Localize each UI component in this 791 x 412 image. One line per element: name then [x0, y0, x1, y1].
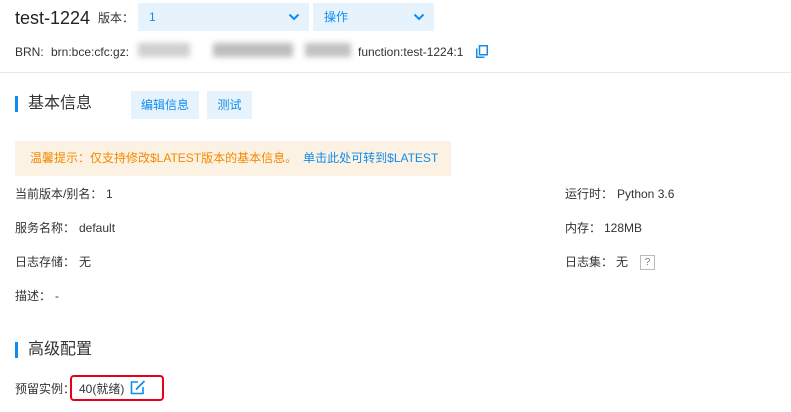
redacted-region [138, 43, 190, 57]
logset-value: 无 [616, 255, 629, 269]
header-divider [0, 72, 791, 73]
description-label: 描述： [15, 289, 52, 303]
runtime-label: 运行时： [565, 187, 614, 201]
chevron-down-icon [413, 13, 425, 21]
version-alias-label: 当前版本/别名： [15, 187, 103, 201]
version-alias-value: 1 [106, 187, 113, 201]
reserved-instance-value: 40(就绪) [79, 382, 125, 396]
version-label: 版本： [98, 11, 135, 25]
copy-icon[interactable] [476, 45, 488, 58]
test-button[interactable]: 测试 [207, 91, 252, 119]
memory-value: 128MB [604, 221, 643, 235]
logset-label: 日志集： [565, 255, 614, 269]
notice-link-latest[interactable]: 单击此处可转到$LATEST [303, 151, 438, 165]
section-marker [15, 342, 18, 358]
advanced-config-title: 高级配置 [28, 341, 93, 358]
notice-text: 温馨提示：仅支持修改$LATEST版本的基本信息。 [30, 151, 298, 165]
version-select[interactable]: 1 [138, 3, 309, 31]
log-storage-label: 日志存储： [15, 255, 76, 269]
edit-icon[interactable] [130, 380, 146, 395]
reserved-instance-label: 预留实例： [15, 382, 76, 396]
operation-select[interactable]: 操作 [313, 3, 434, 31]
memory-label: 内存： [565, 221, 602, 235]
help-icon[interactable]: ? [640, 255, 655, 270]
version-select-value: 1 [149, 10, 156, 24]
redacted-region [305, 43, 351, 57]
section-marker [15, 96, 18, 112]
service-name-label: 服务名称： [15, 221, 76, 235]
brn-prefix: brn:bce:cfc:gz: [51, 45, 130, 59]
basic-info-title: 基本信息 [28, 95, 93, 112]
brn-label: BRN: [15, 45, 44, 59]
brn-suffix: function:test-1224:1 [358, 45, 464, 59]
function-title: test-1224 [15, 8, 91, 28]
service-name-value: default [79, 221, 116, 235]
notice-banner: 温馨提示：仅支持修改$LATEST版本的基本信息。 单击此处可转到$LATEST [15, 141, 451, 176]
runtime-value: Python 3.6 [617, 187, 675, 201]
chevron-down-icon [288, 13, 300, 21]
log-storage-value: 无 [79, 255, 92, 269]
operation-select-label: 操作 [324, 10, 349, 24]
redacted-region [213, 43, 293, 57]
description-value: - [55, 289, 59, 303]
edit-info-button[interactable]: 编辑信息 [131, 91, 199, 119]
